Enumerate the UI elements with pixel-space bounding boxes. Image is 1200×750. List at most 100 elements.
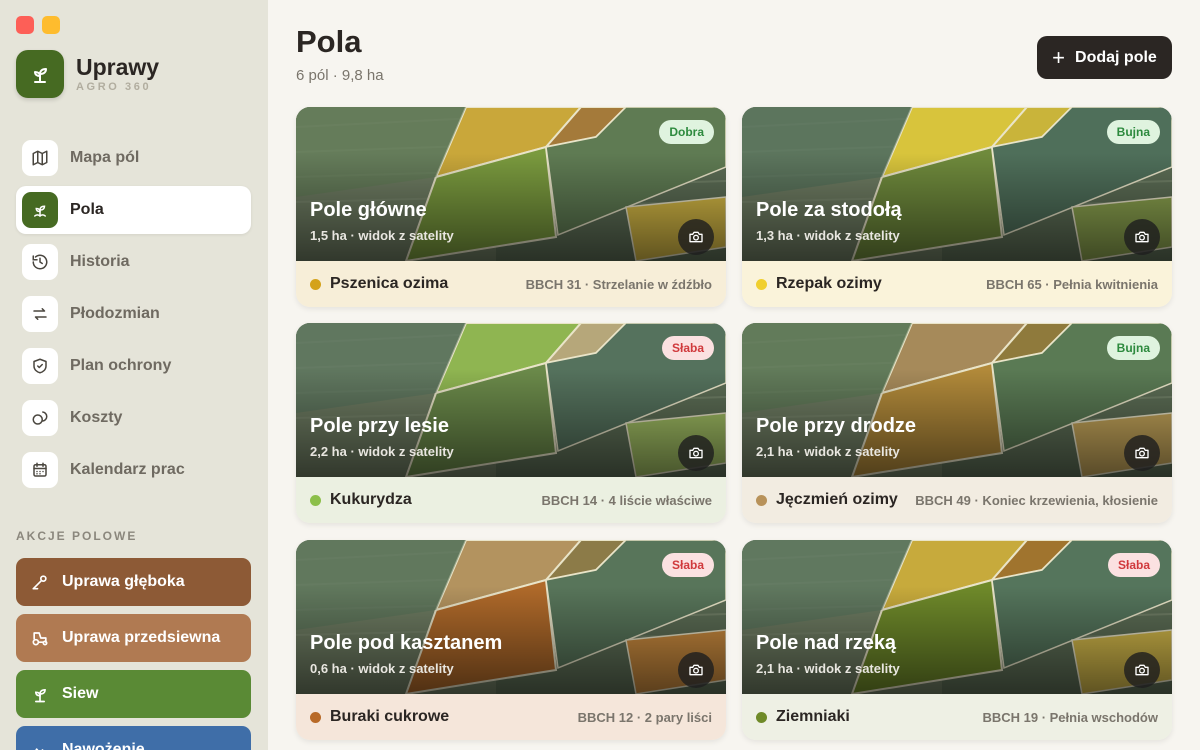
coins-icon bbox=[22, 400, 58, 436]
crop-name: Buraki cukrowe bbox=[330, 708, 450, 725]
crop-name: Kukurydza bbox=[330, 491, 412, 508]
main-content: Pola 6 pól · 9,8 ha + Dodaj pole Dobra P… bbox=[268, 0, 1200, 750]
nav-label: Kalendarz prac bbox=[70, 461, 185, 478]
condition-badge: Bujna bbox=[1106, 120, 1160, 144]
field-card[interactable]: Bujna Pole za stodołą 1,3 ha · widok z s… bbox=[742, 107, 1172, 307]
field-name: Pole za stodołą bbox=[756, 199, 902, 221]
field-card[interactable]: Słaba Pole nad rzeką 2,1 ha · widok z sa… bbox=[742, 540, 1172, 740]
app-name: Uprawy bbox=[76, 54, 160, 80]
app-subtitle: AGRO 360 bbox=[76, 81, 152, 93]
field-name: Pole główne bbox=[310, 199, 427, 221]
actions-section-title: AKCJE POLOWE bbox=[16, 529, 138, 543]
main-nav: Mapa pól Pola Historia Płodozmian Plan o… bbox=[16, 134, 251, 498]
crop-name: Rzepak ozimy bbox=[776, 275, 882, 292]
camera-button[interactable] bbox=[678, 219, 714, 255]
nav-label: Historia bbox=[70, 253, 130, 270]
condition-badge: Słaba bbox=[1107, 553, 1160, 577]
plus-icon: + bbox=[1052, 44, 1066, 70]
camera-button[interactable] bbox=[1124, 219, 1160, 255]
nav-item-plan-ochrony[interactable]: Plan ochrony bbox=[16, 342, 251, 390]
camera-button[interactable] bbox=[678, 652, 714, 688]
action-nawozenie-button[interactable]: Nawożenie bbox=[16, 726, 251, 750]
close-window-button[interactable] bbox=[16, 16, 34, 34]
window-controls bbox=[16, 16, 60, 34]
crop-info: Pszenica ozima BBCH 31 · Strzelanie w źd… bbox=[296, 261, 726, 307]
sidebar: Uprawy AGRO 360 Mapa pól Pola Historia P… bbox=[0, 0, 268, 750]
action-uprawa-przedsiewna-button[interactable]: Uprawa przedsiewna bbox=[16, 614, 251, 662]
crop-name: Jęczmień ozimy bbox=[776, 491, 898, 508]
crop-info: Rzepak ozimy BBCH 65 · Pełnia kwitnienia bbox=[742, 261, 1172, 307]
add-field-label: Dodaj pole bbox=[1075, 48, 1157, 66]
growth-stage: BBCH 65 · Pełnia kwitnienia bbox=[986, 276, 1158, 292]
page-summary: 6 pól · 9,8 ha bbox=[296, 67, 384, 84]
nav-label: Mapa pól bbox=[70, 149, 140, 166]
condition-badge: Słaba bbox=[661, 336, 714, 360]
field-name: Pole przy lesie bbox=[310, 415, 449, 437]
field-meta: 2,1 ha · widok z satelity bbox=[756, 661, 900, 676]
field-card[interactable]: Słaba Pole przy lesie 2,2 ha · widok z s… bbox=[296, 323, 726, 523]
plow-icon bbox=[32, 575, 47, 590]
seedling-icon bbox=[34, 688, 46, 703]
field-meta: 2,2 ha · widok z satelity bbox=[310, 444, 454, 459]
minimize-window-button[interactable] bbox=[42, 16, 60, 34]
field-meta: 2,1 ha · widok z satelity bbox=[756, 444, 900, 459]
growth-stage: BBCH 31 · Strzelanie w źdźbło bbox=[525, 276, 712, 292]
add-field-button[interactable]: + Dodaj pole bbox=[1037, 36, 1172, 79]
nav-item-historia[interactable]: Historia bbox=[16, 238, 251, 286]
map-icon bbox=[22, 140, 58, 176]
nav-item-koszty[interactable]: Koszty bbox=[16, 394, 251, 442]
fertilizer-icon bbox=[35, 748, 44, 750]
field-meta: 1,3 ha · widok z satelity bbox=[756, 228, 900, 243]
action-siew-button[interactable]: Siew bbox=[16, 670, 251, 718]
tractor-icon bbox=[32, 632, 48, 646]
action-label: Siew bbox=[62, 685, 99, 702]
crop-name: Pszenica ozima bbox=[330, 275, 449, 292]
field-card[interactable]: Dobra Pole główne 1,5 ha · widok z satel… bbox=[296, 107, 726, 307]
growth-stage: BBCH 14 · 4 liście właściwe bbox=[541, 492, 712, 508]
field-meta: 1,5 ha · widok z satelity bbox=[310, 228, 454, 243]
growth-stage: BBCH 19 · Pełnia wschodów bbox=[982, 709, 1158, 725]
field-name: Pole pod kasztanem bbox=[310, 632, 503, 654]
nav-label: Płodozmian bbox=[70, 305, 160, 322]
page-title: Pola bbox=[296, 24, 362, 59]
crop-info: Ziemniaki BBCH 19 · Pełnia wschodów bbox=[742, 694, 1172, 740]
camera-icon bbox=[1135, 664, 1149, 676]
rotation-arrows-icon bbox=[22, 296, 58, 332]
camera-button[interactable] bbox=[1124, 652, 1160, 688]
growth-stage: BBCH 49 · Koniec krzewienia, kłosienie bbox=[915, 492, 1158, 508]
sprout-icon bbox=[22, 192, 58, 228]
growth-stage: BBCH 12 · 2 pary liści bbox=[577, 709, 712, 725]
nav-label: Plan ochrony bbox=[70, 357, 172, 374]
field-meta: 0,6 ha · widok z satelity bbox=[310, 661, 454, 676]
history-icon bbox=[22, 244, 58, 280]
satellite-image: Dobra Pole główne 1,5 ha · widok z satel… bbox=[296, 107, 726, 261]
crop-color-dot bbox=[310, 711, 321, 723]
field-card[interactable]: Słaba Pole pod kasztanem 0,6 ha · widok … bbox=[296, 540, 726, 740]
camera-button[interactable] bbox=[678, 435, 714, 471]
crop-info: Buraki cukrowe BBCH 12 · 2 pary liści bbox=[296, 694, 726, 740]
nav-item-pola[interactable]: Pola bbox=[16, 186, 251, 234]
satellite-image: Słaba Pole przy lesie 2,2 ha · widok z s… bbox=[296, 323, 726, 477]
camera-icon bbox=[689, 231, 703, 243]
nav-label: Pola bbox=[70, 201, 104, 218]
camera-button[interactable] bbox=[1124, 435, 1160, 471]
crop-color-dot bbox=[310, 494, 321, 506]
nav-item-mapa-pol[interactable]: Mapa pól bbox=[16, 134, 251, 182]
crop-color-dot bbox=[310, 278, 321, 290]
camera-icon bbox=[689, 664, 703, 676]
brand: Uprawy AGRO 360 bbox=[16, 50, 159, 98]
shield-icon bbox=[22, 348, 58, 384]
field-name: Pole nad rzeką bbox=[756, 632, 897, 654]
calendar-icon bbox=[22, 452, 58, 488]
action-label: Nawożenie bbox=[62, 741, 145, 750]
field-card[interactable]: Bujna Pole przy drodze 2,1 ha · widok z … bbox=[742, 323, 1172, 523]
action-label: Uprawa głęboka bbox=[62, 573, 185, 590]
nav-item-kalendarz-prac[interactable]: Kalendarz prac bbox=[16, 446, 251, 494]
sprout-logo-icon bbox=[16, 50, 64, 98]
condition-badge: Dobra bbox=[659, 120, 714, 144]
nav-item-plodozmian[interactable]: Płodozmian bbox=[16, 290, 251, 338]
action-uprawa-gleboka-button[interactable]: Uprawa głęboka bbox=[16, 558, 251, 606]
crop-color-dot bbox=[756, 711, 767, 723]
field-actions: Uprawa głęboka Uprawa przedsiewna Siew N… bbox=[16, 558, 251, 750]
action-label: Uprawa przedsiewna bbox=[62, 629, 221, 646]
